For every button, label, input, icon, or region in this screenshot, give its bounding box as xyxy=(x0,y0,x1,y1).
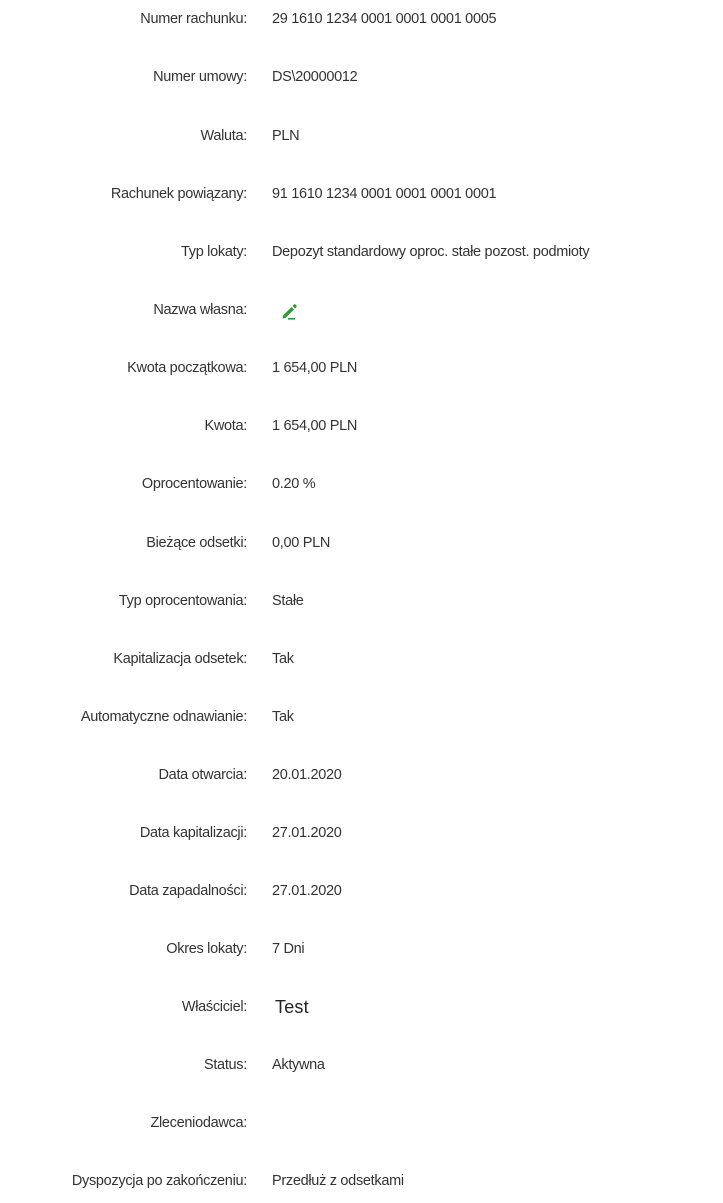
deposit-type-value: Depozyt standardowy oproc. stałe pozost.… xyxy=(272,244,590,260)
contract-number-value: DS\20000012 xyxy=(272,69,358,85)
interest-rate-value: 0.20 % xyxy=(272,476,316,492)
maturity-date-label: Data zapadalności: xyxy=(129,883,247,899)
detail-row-deposit-type: Typ lokaty: Depozyt standardowy oproc. s… xyxy=(0,237,723,267)
detail-row-opening-date: Data otwarcia: 20.01.2020 xyxy=(0,760,723,790)
detail-row-current-interest: Bieżące odsetki: 0,00 PLN xyxy=(0,528,723,558)
detail-row-linked-account: Rachunek powiązany: 91 1610 1234 0001 00… xyxy=(0,179,723,209)
contract-number-label: Numer umowy: xyxy=(153,69,247,85)
detail-row-deposit-period: Okres lokaty: 7 Dni xyxy=(0,934,723,964)
detail-row-interest-type: Typ oprocentowania: Stałe xyxy=(0,586,723,616)
initial-amount-value: 1 654,00 PLN xyxy=(272,360,358,376)
capitalization-date-value: 27.01.2020 xyxy=(272,825,342,841)
currency-label: Waluta: xyxy=(200,128,247,144)
interest-capitalization-label: Kapitalizacja odsetek: xyxy=(113,651,247,667)
detail-row-currency: Waluta: PLN xyxy=(0,121,723,151)
detail-row-contract-number: Numer umowy: DS\20000012 xyxy=(0,62,723,92)
deposit-type-label: Typ lokaty: xyxy=(180,244,247,260)
detail-row-auto-renewal: Automatyczne odnawianie: Tak xyxy=(0,702,723,732)
current-interest-label: Bieżące odsetki: xyxy=(146,535,247,551)
detail-row-status: Status: Aktywna xyxy=(0,1050,723,1080)
amount-label: Kwota: xyxy=(204,418,247,434)
capitalization-date-label: Data kapitalizacji: xyxy=(139,825,247,841)
owner-label: Właściciel: xyxy=(181,999,247,1015)
deposit-period-label: Okres lokaty: xyxy=(166,941,247,957)
account-number-value: 29 1610 1234 0001 0001 0001 0005 xyxy=(272,11,497,27)
status-value: Aktywna xyxy=(272,1057,325,1073)
linked-account-label: Rachunek powiązany: xyxy=(110,186,247,202)
opening-date-label: Data otwarcia: xyxy=(158,767,248,783)
detail-row-principal: Zleceniodawca: xyxy=(0,1108,723,1138)
detail-row-interest-capitalization: Kapitalizacja odsetek: Tak xyxy=(0,644,723,674)
maturity-date-value: 27.01.2020 xyxy=(272,883,342,899)
detail-row-account-number: Numer rachunku: 29 1610 1234 0001 0001 0… xyxy=(0,4,723,34)
interest-type-value: Stałe xyxy=(272,593,304,609)
detail-row-owner: Właściciel: Test xyxy=(0,992,723,1022)
amount-value: 1 654,00 PLN xyxy=(272,418,358,434)
interest-capitalization-value: Tak xyxy=(272,651,294,667)
auto-renewal-value: Tak xyxy=(272,709,294,725)
currency-value: PLN xyxy=(272,128,300,144)
deposit-period-value: 7 Dni xyxy=(272,941,305,957)
detail-row-initial-amount: Kwota początkowa: 1 654,00 PLN xyxy=(0,353,723,383)
disposition-after-end-label: Dyspozycja po zakończeniu: xyxy=(71,1173,247,1189)
detail-row-amount: Kwota: 1 654,00 PLN xyxy=(0,411,723,441)
auto-renewal-label: Automatyczne odnawianie: xyxy=(80,709,247,725)
detail-row-disposition-after-end: Dyspozycja po zakończeniu: Przedłuż z od… xyxy=(0,1166,723,1196)
detail-row-custom-name: Nazwa własna: xyxy=(0,295,723,325)
pencil-edit-icon[interactable] xyxy=(279,301,299,321)
custom-name-label: Nazwa własna: xyxy=(153,302,247,318)
initial-amount-label: Kwota początkowa: xyxy=(127,360,247,376)
linked-account-value: 91 1610 1234 0001 0001 0001 0001 xyxy=(272,186,497,202)
detail-row-capitalization-date: Data kapitalizacji: 27.01.2020 xyxy=(0,818,723,848)
opening-date-value: 20.01.2020 xyxy=(272,767,342,783)
detail-row-interest-rate: Oprocentowanie: 0.20 % xyxy=(0,469,723,499)
interest-rate-label: Oprocentowanie: xyxy=(141,476,247,492)
status-label: Status: xyxy=(203,1057,247,1073)
owner-value: Test xyxy=(275,997,309,1017)
pencil-edit-icon-graphic xyxy=(282,304,297,320)
disposition-after-end-value: Przedłuż z odsetkami xyxy=(272,1173,404,1189)
principal-label: Zleceniodawca: xyxy=(150,1115,247,1131)
current-interest-value: 0,00 PLN xyxy=(272,535,331,551)
account-number-label: Numer rachunku: xyxy=(140,11,247,27)
detail-row-maturity-date: Data zapadalności: 27.01.2020 xyxy=(0,876,723,906)
interest-type-label: Typ oprocentowania: xyxy=(118,593,247,609)
